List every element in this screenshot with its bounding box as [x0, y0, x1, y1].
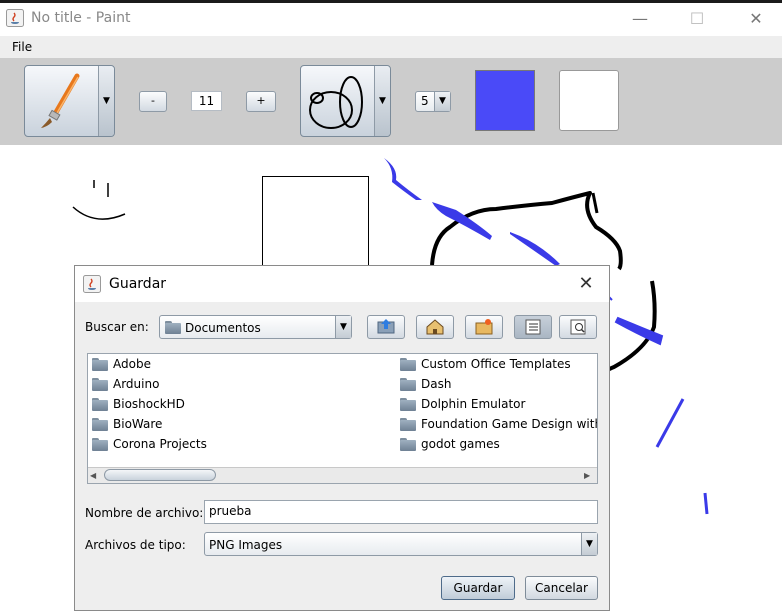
maximize-button[interactable]: ☐ — [677, 6, 717, 32]
ellipse-shapes-icon — [309, 76, 363, 129]
save-button[interactable]: Guardar — [441, 576, 515, 600]
menu-bar: File — [0, 36, 782, 58]
stroke-size-field[interactable]: 11 — [191, 91, 222, 111]
horizontal-scrollbar[interactable]: ◀ ▶ — [88, 467, 597, 483]
shape-dropdown-arrow[interactable]: ▼ — [374, 66, 390, 136]
list-view-icon — [525, 319, 541, 335]
folder-item[interactable]: Custom Office Templates — [400, 354, 597, 374]
folder-icon — [400, 417, 416, 431]
folder-item[interactable]: BioshockHD — [92, 394, 207, 414]
folder-item[interactable]: Dolphin Emulator — [400, 394, 597, 414]
filename-input[interactable]: prueba — [204, 500, 598, 524]
menu-file[interactable]: File — [12, 40, 32, 54]
shape-selector[interactable]: ▼ — [300, 65, 391, 137]
folder-item[interactable]: Corona Projects — [92, 434, 207, 454]
folder-item[interactable]: Arduino — [92, 374, 207, 394]
folder-icon — [400, 397, 416, 411]
folder-name: Foundation Game Design with HTML5 and Ja… — [421, 417, 597, 431]
minimize-button[interactable]: — — [620, 6, 660, 32]
up-folder-icon — [377, 319, 395, 334]
black-scribble-tick — [591, 192, 599, 214]
file-list[interactable]: Adobe Arduino BioshockHD BioWare Corona … — [87, 353, 598, 484]
drawn-rectangle — [262, 176, 369, 277]
dialog-close-button[interactable]: ✕ — [569, 270, 603, 298]
folder-name: Adobe — [113, 357, 151, 371]
folder-name: Corona Projects — [113, 437, 207, 451]
toolbar: ▼ - 11 + ▼ 5 ▼ — [0, 58, 782, 145]
filename-label: Nombre de archivo: — [85, 506, 204, 520]
java-app-icon — [83, 275, 101, 293]
home-button[interactable] — [416, 315, 454, 339]
close-button[interactable]: ✕ — [736, 6, 776, 32]
blue-stroke-1 — [384, 158, 422, 200]
secondary-color-swatch[interactable] — [559, 70, 619, 131]
window-title: No title - Paint — [31, 10, 131, 26]
folder-name: Custom Office Templates — [421, 357, 571, 371]
folder-item[interactable]: godot games — [400, 434, 597, 454]
details-view-button[interactable] — [559, 315, 597, 339]
look-in-label: Buscar en: — [85, 320, 149, 334]
filetype-value: PNG Images — [209, 538, 283, 552]
java-app-icon — [6, 9, 24, 27]
folder-name: godot games — [421, 437, 500, 451]
folder-icon — [400, 357, 416, 371]
folder-icon — [92, 417, 108, 431]
scroll-right-icon[interactable]: ▶ — [584, 471, 590, 480]
chevron-down-icon: ▼ — [581, 533, 597, 555]
filetype-label: Archivos de tipo: — [85, 538, 186, 552]
chevron-down-icon: ▼ — [434, 92, 450, 111]
save-dialog: Guardar ✕ Buscar en: Documentos ▼ Adobe … — [74, 265, 610, 611]
up-folder-button[interactable] — [367, 315, 405, 339]
folder-name: Dolphin Emulator — [421, 397, 526, 411]
blue-stroke-6 — [703, 492, 709, 515]
folder-icon — [92, 357, 108, 371]
blue-stroke-3 — [510, 232, 560, 266]
chevron-down-icon: ▼ — [335, 316, 351, 338]
primary-color-swatch[interactable] — [475, 70, 535, 131]
look-in-select[interactable]: Documentos ▼ — [159, 315, 352, 339]
folder-icon — [92, 377, 108, 391]
look-in-value: Documentos — [185, 321, 261, 335]
dialog-title: Guardar — [109, 276, 167, 292]
cancel-button[interactable]: Cancelar — [525, 576, 598, 600]
increase-size-button[interactable]: + — [246, 91, 276, 112]
folder-icon — [92, 397, 108, 411]
shape-count-select[interactable]: 5 ▼ — [415, 91, 451, 112]
folder-item[interactable]: Dash — [400, 374, 597, 394]
blue-stroke-5 — [655, 398, 685, 448]
new-folder-icon — [475, 319, 493, 335]
smiley-mouth — [72, 206, 126, 220]
details-view-icon — [570, 319, 586, 335]
folder-name: BioWare — [113, 417, 163, 431]
filetype-select[interactable]: PNG Images ▼ — [204, 532, 598, 556]
folder-icon — [400, 377, 416, 391]
folder-item[interactable]: BioWare — [92, 414, 207, 434]
folder-item[interactable]: Adobe — [92, 354, 207, 374]
new-folder-button[interactable] — [465, 315, 503, 339]
home-icon — [426, 319, 444, 335]
folder-item[interactable]: Foundation Game Design with HTML5 and Ja… — [400, 414, 597, 434]
paintbrush-icon — [41, 73, 80, 128]
folder-icon — [92, 437, 108, 451]
folder-icon — [400, 437, 416, 451]
decrease-size-button[interactable]: - — [139, 91, 167, 112]
scrollbar-thumb[interactable] — [104, 469, 216, 481]
tool-dropdown-arrow[interactable]: ▼ — [98, 66, 114, 136]
folder-name: Dash — [421, 377, 452, 391]
folder-name: Arduino — [113, 377, 160, 391]
shape-count-value: 5 — [421, 94, 429, 108]
folder-name: BioshockHD — [113, 397, 185, 411]
tool-selector[interactable]: ▼ — [24, 65, 115, 137]
scroll-left-icon[interactable]: ◀ — [90, 471, 96, 480]
list-view-button[interactable] — [514, 315, 552, 339]
